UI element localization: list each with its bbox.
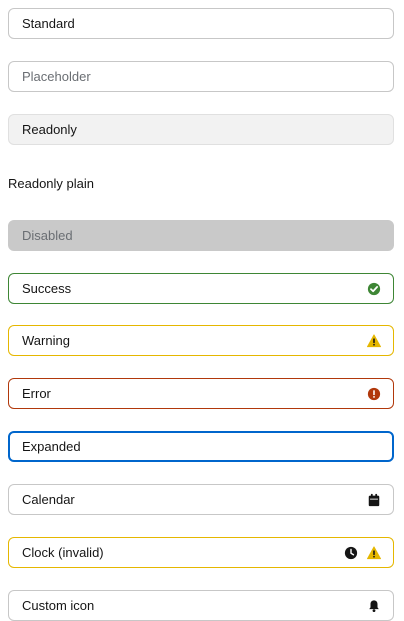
clock-icon[interactable] <box>344 546 358 560</box>
custom-icon-input-value: Custom icon <box>22 598 95 613</box>
readonly-input[interactable]: Readonly <box>8 114 394 145</box>
standard-input[interactable]: Standard <box>8 8 394 39</box>
warning-input[interactable]: Warning <box>8 325 394 356</box>
error-input-value: Error <box>22 386 51 401</box>
check-circle-icon <box>367 282 381 296</box>
placeholder-input-placeholder: Placeholder <box>22 69 91 84</box>
placeholder-input[interactable]: Placeholder <box>8 61 394 92</box>
warning-triangle-icon <box>367 545 381 560</box>
bell-icon[interactable] <box>367 599 381 613</box>
expanded-input-value: Expanded <box>22 439 81 454</box>
calendar-input[interactable]: Calendar <box>8 484 394 515</box>
success-input[interactable]: Success <box>8 273 394 304</box>
disabled-input: Disabled <box>8 220 394 251</box>
success-input-value: Success <box>22 281 72 296</box>
disabled-input-value: Disabled <box>22 228 73 243</box>
warning-triangle-icon <box>367 333 381 348</box>
error-input[interactable]: Error <box>8 378 394 409</box>
readonly-plain-text: Readonly plain <box>8 176 95 191</box>
expanded-input[interactable]: Expanded <box>8 431 394 462</box>
readonly-input-value: Readonly <box>22 122 77 137</box>
custom-icon-input[interactable]: Custom icon <box>8 590 394 621</box>
exclamation-circle-icon <box>367 387 381 401</box>
calendar-input-value: Calendar <box>22 492 75 507</box>
standard-input-value: Standard <box>22 16 75 31</box>
calendar-icon[interactable] <box>367 493 381 507</box>
clock-input[interactable]: Clock (invalid) <box>8 537 394 568</box>
clock-input-value: Clock (invalid) <box>22 545 104 560</box>
warning-input-value: Warning <box>22 333 70 348</box>
